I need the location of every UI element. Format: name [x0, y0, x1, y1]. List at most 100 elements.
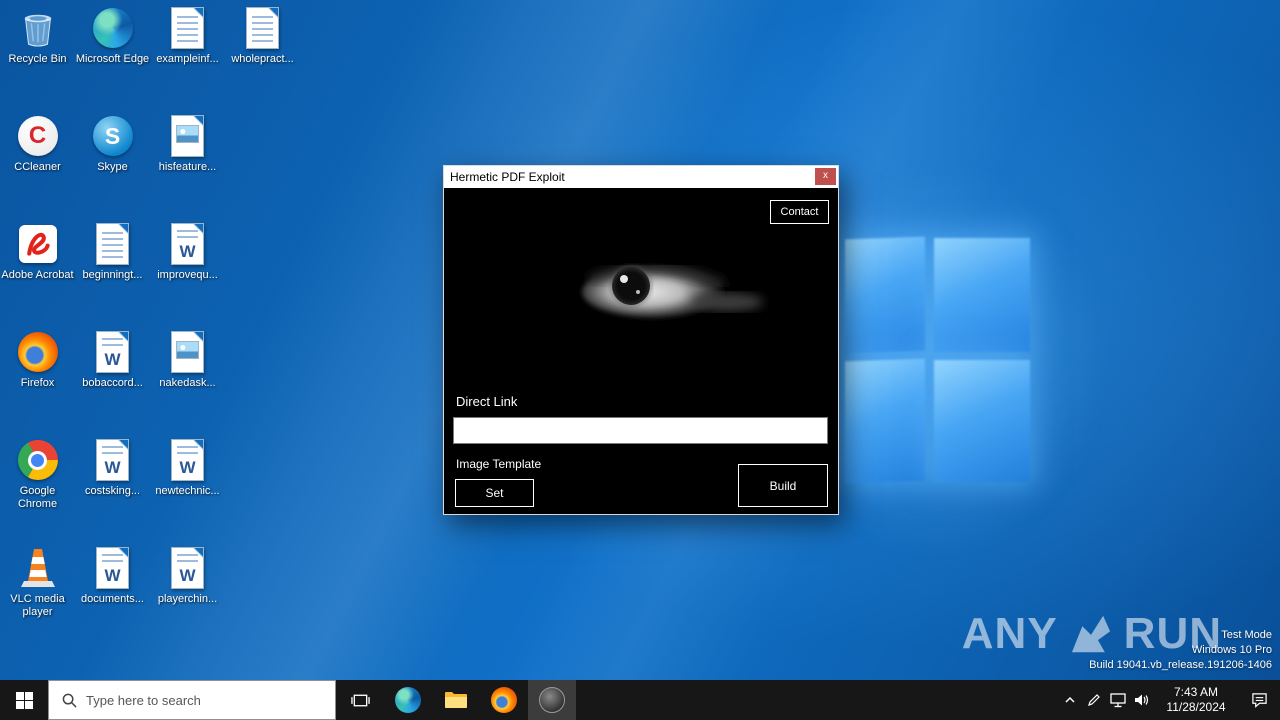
image-icon [166, 114, 210, 158]
hidden-icons-chevron[interactable] [1058, 680, 1082, 720]
desktop-wallpaper: Recycle Bin Microsoft Edge exampleinf... wh… [0, 0, 1280, 680]
build-button[interactable]: Build [738, 464, 828, 507]
sandbox-mode: Test Mode [1221, 629, 1272, 641]
desktop-icon-label: documents... [81, 593, 144, 605]
desktop-icon-costsking[interactable]: Wcostsking... [75, 438, 150, 498]
sandbox-build: Build 19041.vb_release.191206-1406 [1089, 659, 1272, 671]
clock-time: 7:43 AM [1173, 685, 1219, 699]
desktop-icon-label: Google Chrome [17, 485, 58, 510]
desktop-icon-improvequ[interactable]: Wimprovequ... [150, 222, 225, 282]
desktop-icon-skype[interactable]: S Skype [75, 114, 150, 174]
desktop-icon-label: costsking... [84, 485, 141, 497]
word-icon: W [166, 438, 210, 482]
taskbar-active-app-button[interactable] [528, 680, 576, 720]
image-icon [166, 330, 210, 374]
desktop-icon-recycle-bin[interactable]: Recycle Bin [0, 6, 75, 66]
desktop-icon-label: bobaccord... [82, 377, 143, 389]
desktop-icon-firefox[interactable]: Firefox [0, 330, 75, 390]
word-icon: W [166, 546, 210, 590]
direct-link-input[interactable] [453, 417, 828, 444]
firefox-icon [491, 687, 517, 713]
windows-logo-pane [845, 236, 925, 354]
tray-network-button[interactable] [1106, 680, 1130, 720]
tray-volume-button[interactable] [1130, 680, 1154, 720]
taskbar-edge-button[interactable] [384, 680, 432, 720]
desktop-icon-label: beginningt... [82, 269, 143, 281]
recycle-icon [16, 6, 60, 50]
word-icon: W [91, 438, 135, 482]
desktop-icon-playerchin[interactable]: Wplayerchin... [150, 546, 225, 606]
set-button[interactable]: Set [455, 479, 534, 507]
task-view-button[interactable] [336, 680, 384, 720]
hermetic-pdf-exploit-window: Hermetic PDF Exploit x Contact Direct Li… [443, 165, 839, 515]
desktop-icon-beginningt[interactable]: beginningt... [75, 222, 150, 282]
action-center-icon [1251, 693, 1267, 708]
taskbar-firefox-button[interactable] [480, 680, 528, 720]
word-icon: W [91, 330, 135, 374]
skype-icon: S [91, 114, 135, 158]
task-view-icon [350, 694, 370, 706]
edge-icon [91, 6, 135, 50]
desktop-icon-google-chrome[interactable]: Google Chrome [0, 438, 75, 511]
desktop-icon-ccleaner[interactable]: C CCleaner [0, 114, 75, 174]
desktop-icon-documents[interactable]: Wdocuments... [75, 546, 150, 606]
desktop-icon-label: hisfeature... [158, 161, 217, 173]
taskbar-clock[interactable]: 7:43 AM 11/28/2024 [1154, 685, 1238, 715]
chrome-icon [16, 438, 60, 482]
file-explorer-icon [445, 692, 467, 708]
windows-logo-pane [934, 360, 1030, 482]
doc-icon [241, 6, 285, 50]
desktop-icon-wholepract[interactable]: wholepract... [225, 6, 300, 66]
word-icon: W [91, 546, 135, 590]
doc-icon [91, 222, 135, 266]
chevron-up-icon [1065, 696, 1075, 703]
desktop-icon-microsoft-edge[interactable]: Microsoft Edge [75, 6, 150, 66]
close-button[interactable]: x [815, 168, 836, 185]
search-box[interactable]: Type here to search [48, 680, 336, 720]
doc-icon [166, 6, 210, 50]
desktop-icon-label: exampleinf... [156, 53, 219, 65]
search-placeholder: Type here to search [86, 692, 201, 708]
acrobat-icon [16, 222, 60, 266]
window-titlebar[interactable]: Hermetic PDF Exploit x [444, 166, 838, 188]
contact-button[interactable]: Contact [770, 200, 829, 224]
vlc-icon [16, 546, 60, 590]
system-tray: 7:43 AM 11/28/2024 [1058, 680, 1280, 720]
windows-logo-pane [934, 238, 1030, 352]
word-icon: W [166, 222, 210, 266]
desktop-icon-bobaccord[interactable]: Wbobaccord... [75, 330, 150, 390]
firefox-icon [16, 330, 60, 374]
window-body: Contact Direct Link Image Template Set B… [444, 188, 838, 514]
desktop-icon-label: wholepract... [231, 53, 294, 65]
clock-date: 11/28/2024 [1166, 700, 1226, 714]
desktop-icon-label: nakedask... [159, 377, 216, 389]
image-template-label: Image Template [456, 457, 542, 471]
desktop-icon-label: playerchin... [157, 593, 218, 605]
desktop-icon-label: CCleaner [14, 161, 61, 173]
desktop-icon-label: Firefox [20, 377, 55, 389]
tray-pen-button[interactable] [1082, 680, 1106, 720]
desktop-icon-vlc[interactable]: VLC media player [0, 546, 75, 619]
desktop-icon-exampleinf[interactable]: exampleinf... [150, 6, 225, 66]
desktop-icon-newtechnic[interactable]: Wnewtechnic... [150, 438, 225, 498]
taskbar-file-explorer-button[interactable] [432, 680, 480, 720]
eye-image [582, 263, 763, 318]
search-icon [62, 693, 77, 708]
direct-link-label: Direct Link [456, 394, 518, 409]
desktop-icon-label: newtechnic... [155, 485, 220, 497]
anyrun-watermark: ANY RUN Test Mode Windows 10 Pro Build 1… [962, 612, 1272, 672]
desktop-icon-label: Recycle Bin [8, 53, 67, 65]
action-center-button[interactable] [1238, 680, 1280, 720]
desktop-icon-label: improvequ... [157, 269, 218, 281]
edge-icon [395, 687, 421, 713]
desktop-icon-hisfeature[interactable]: hisfeature... [150, 114, 225, 174]
desktop-icon-adobe-acrobat[interactable]: Adobe Acrobat [0, 222, 75, 282]
start-button[interactable] [0, 680, 48, 720]
volume-icon [1135, 694, 1149, 706]
desktop-icon-label: Skype [97, 161, 128, 173]
desktop-icon-nakedask[interactable]: nakedask... [150, 330, 225, 390]
sandbox-info: Test Mode Windows 10 Pro Build 19041.vb_… [1089, 628, 1272, 673]
desktop-icon-label: Adobe Acrobat [1, 269, 74, 281]
taskbar: Type here to search 7:43 AM 11/28/2024 [0, 680, 1280, 720]
ccleaner-icon: C [16, 114, 60, 158]
